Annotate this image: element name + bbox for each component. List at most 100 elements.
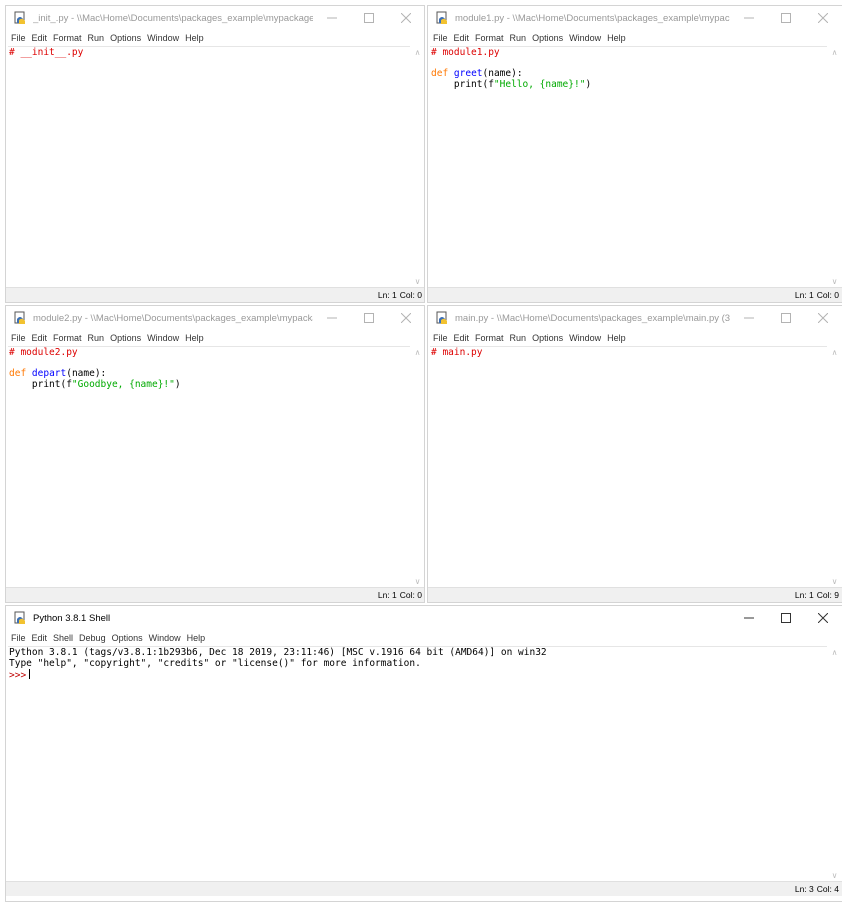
python-idle-icon [436,311,447,324]
code-editor[interactable]: # main.py [430,346,827,587]
scroll-up-arrow-icon[interactable]: ∧ [411,346,424,358]
close-paren: ) [174,378,181,390]
menu-file[interactable]: File [430,333,451,343]
maximize-icon [363,13,374,23]
maximize-button[interactable] [350,306,387,330]
minimize-button[interactable] [730,6,767,30]
close-button[interactable] [804,306,841,330]
maximize-icon [780,613,791,623]
minimize-button[interactable] [313,306,350,330]
status-line: Ln: 1 [794,290,814,300]
menu-help[interactable]: Help [184,633,209,643]
title-bar[interactable]: module2.py - \\Mac\Home\Documents\packag… [6,306,424,330]
status-line: Ln: 1 [377,290,397,300]
menu-file[interactable]: File [430,33,451,43]
menu-run[interactable]: Run [85,333,108,343]
menu-file[interactable]: File [8,333,29,343]
scroll-down-arrow-icon[interactable]: ∨ [828,869,841,881]
title-bar[interactable]: main.py - \\Mac\Home\Documents\packages_… [428,306,842,330]
menu-window[interactable]: Window [144,333,182,343]
title-bar[interactable]: _init_.py - \\Mac\Home\Documents\package… [6,6,424,30]
shell-console[interactable]: Python 3.8.1 (tags/v3.8.1:1b293b6, Dec 1… [8,646,827,881]
menu-bar: File Edit Shell Debug Options Window Hel… [6,631,842,645]
text-cursor [29,669,31,679]
scroll-down-arrow-icon[interactable]: ∨ [411,575,424,587]
scroll-down-arrow-icon[interactable]: ∨ [828,275,841,287]
minimize-button[interactable] [730,606,767,630]
menu-run[interactable]: Run [507,33,530,43]
menu-edit[interactable]: Edit [451,33,473,43]
vertical-scrollbar[interactable]: ∧ ∨ [828,646,841,881]
menu-bar: File Edit Format Run Options Window Help [6,31,424,45]
python-shell-window: Python 3.8.1 Shell File Edit Shell Debug… [5,605,842,902]
menu-run[interactable]: Run [507,333,530,343]
maximize-icon [363,313,374,323]
status-bar: Ln: 1 Col: 0 [6,287,424,302]
code-editor[interactable]: # module1.py def greet(name): print(f"He… [430,46,827,287]
scroll-up-arrow-icon[interactable]: ∧ [828,646,841,658]
status-column: Col: 4 [816,884,839,894]
scroll-down-arrow-icon[interactable]: ∨ [828,575,841,587]
minimize-button[interactable] [313,6,350,30]
menu-bar: File Edit Format Run Options Window Help [6,331,424,345]
menu-help[interactable]: Help [604,33,629,43]
window-title: module2.py - \\Mac\Home\Documents\packag… [33,312,313,324]
menu-format[interactable]: Format [472,333,507,343]
menu-format[interactable]: Format [50,33,85,43]
maximize-button[interactable] [767,606,804,630]
vertical-scrollbar[interactable]: ∧ ∨ [411,346,424,587]
menu-edit[interactable]: Edit [29,633,51,643]
status-line: Ln: 3 [794,884,814,894]
menu-debug[interactable]: Debug [76,633,109,643]
maximize-icon [780,13,791,23]
status-column: Col: 0 [399,290,422,300]
close-icon [400,13,411,23]
scroll-up-arrow-icon[interactable]: ∧ [411,46,424,58]
minimize-icon [743,617,754,619]
menu-bar: File Edit Format Run Options Window Help [428,31,842,45]
python-idle-icon [436,11,447,24]
menu-shell[interactable]: Shell [50,633,76,643]
maximize-button[interactable] [767,6,804,30]
code-editor[interactable]: # module2.py def depart(name): print(f"G… [8,346,410,587]
def-keyword: def [9,368,27,379]
menu-window[interactable]: Window [146,633,184,643]
code-editor[interactable]: # __init__.py [8,46,410,287]
vertical-scrollbar[interactable]: ∧ ∨ [411,46,424,287]
menu-file[interactable]: File [8,633,29,643]
scroll-up-arrow-icon[interactable]: ∧ [828,46,841,58]
title-bar[interactable]: module1.py - \\Mac\Home\Documents\packag… [428,6,842,30]
menu-edit[interactable]: Edit [451,333,473,343]
menu-window[interactable]: Window [144,33,182,43]
close-button[interactable] [804,606,841,630]
maximize-button[interactable] [350,6,387,30]
menu-options[interactable]: Options [107,333,144,343]
menu-help[interactable]: Help [182,333,207,343]
scroll-down-arrow-icon[interactable]: ∨ [411,275,424,287]
menu-window[interactable]: Window [566,333,604,343]
maximize-button[interactable] [767,306,804,330]
close-button[interactable] [387,306,424,330]
status-bar: Ln: 1 Col: 0 [6,587,424,602]
menu-options[interactable]: Options [529,333,566,343]
menu-window[interactable]: Window [566,33,604,43]
menu-edit[interactable]: Edit [29,33,51,43]
scroll-up-arrow-icon[interactable]: ∧ [828,346,841,358]
menu-edit[interactable]: Edit [29,333,51,343]
minimize-button[interactable] [730,306,767,330]
menu-format[interactable]: Format [472,33,507,43]
menu-options[interactable]: Options [529,33,566,43]
menu-format[interactable]: Format [50,333,85,343]
menu-help[interactable]: Help [182,33,207,43]
title-bar[interactable]: Python 3.8.1 Shell [6,606,842,630]
menu-run[interactable]: Run [85,33,108,43]
close-button[interactable] [387,6,424,30]
vertical-scrollbar[interactable]: ∧ ∨ [828,46,841,287]
close-button[interactable] [804,6,841,30]
menu-file[interactable]: File [8,33,29,43]
init-editor-window: _init_.py - \\Mac\Home\Documents\package… [5,5,425,303]
menu-options[interactable]: Options [107,33,144,43]
vertical-scrollbar[interactable]: ∧ ∨ [828,346,841,587]
menu-options[interactable]: Options [109,633,146,643]
menu-help[interactable]: Help [604,333,629,343]
